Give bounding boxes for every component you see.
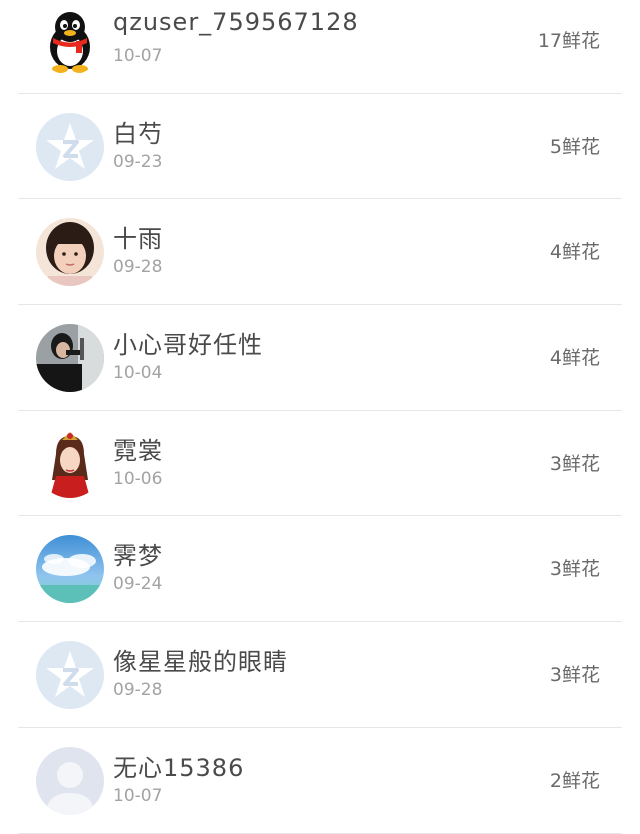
user-name[interactable]: 无心15386 [113,748,244,783]
flower-count: 4鲜花 [549,347,600,370]
flower-count: 5鲜花 [549,135,600,158]
date-label: 09-24 [113,574,163,595]
list-item[interactable]: 小心哥好任性 10-04 4鲜花 [18,305,622,411]
list-item[interactable]: 白芍 09-23 5鲜花 [18,94,622,200]
default-silhouette-avatar-icon[interactable] [36,746,104,815]
flower-count: 4鲜花 [549,241,600,264]
flower-giver-list: qzuser_759567128 10-07 17鲜花 白芍 09-23 5鲜花 [0,0,640,834]
user-name[interactable]: 霁梦 [113,536,163,571]
photo-avatar-icon[interactable] [36,218,104,287]
user-name[interactable]: 像星星般的眼睛 [113,642,288,677]
flower-count: 3鲜花 [549,558,600,581]
date-label: 10-04 [113,363,163,384]
date-label: 09-28 [113,257,163,278]
list-item[interactable]: 霁梦 09-24 3鲜花 [18,516,622,623]
list-item[interactable]: 无心15386 10-07 2鲜花 [18,728,622,834]
user-name[interactable]: 十雨 [113,219,163,254]
date-label: 10-07 [113,46,163,66]
date-label: 09-28 [113,680,163,701]
list-item[interactable]: 像星星般的眼睛 09-28 3鲜花 [18,622,622,728]
date-label: 10-06 [113,468,163,489]
penguin-avatar-icon[interactable] [36,7,104,75]
user-name[interactable]: 霓裳 [113,431,163,466]
sky-avatar-icon[interactable] [36,535,104,604]
flower-count: 3鲜花 [549,664,600,687]
default-qzone-avatar-icon[interactable] [36,112,104,181]
date-label: 09-23 [113,151,163,172]
illustration-avatar-icon[interactable] [36,429,104,498]
user-name[interactable]: qzuser_759567128 [113,8,359,36]
photo-avatar-icon[interactable] [36,324,104,393]
date-label: 10-07 [113,785,163,806]
flower-count: 17鲜花 [537,30,600,52]
list-item[interactable]: 霓裳 10-06 3鲜花 [18,411,622,517]
user-name[interactable]: 小心哥好任性 [113,325,263,360]
flower-count: 3鲜花 [549,452,600,475]
list-item[interactable]: qzuser_759567128 10-07 17鲜花 [18,0,622,94]
list-item[interactable]: 十雨 09-28 4鲜花 [18,199,622,306]
default-qzone-avatar-icon[interactable] [36,641,104,710]
user-name[interactable]: 白芍 [113,114,163,149]
flower-count: 2鲜花 [549,769,600,792]
